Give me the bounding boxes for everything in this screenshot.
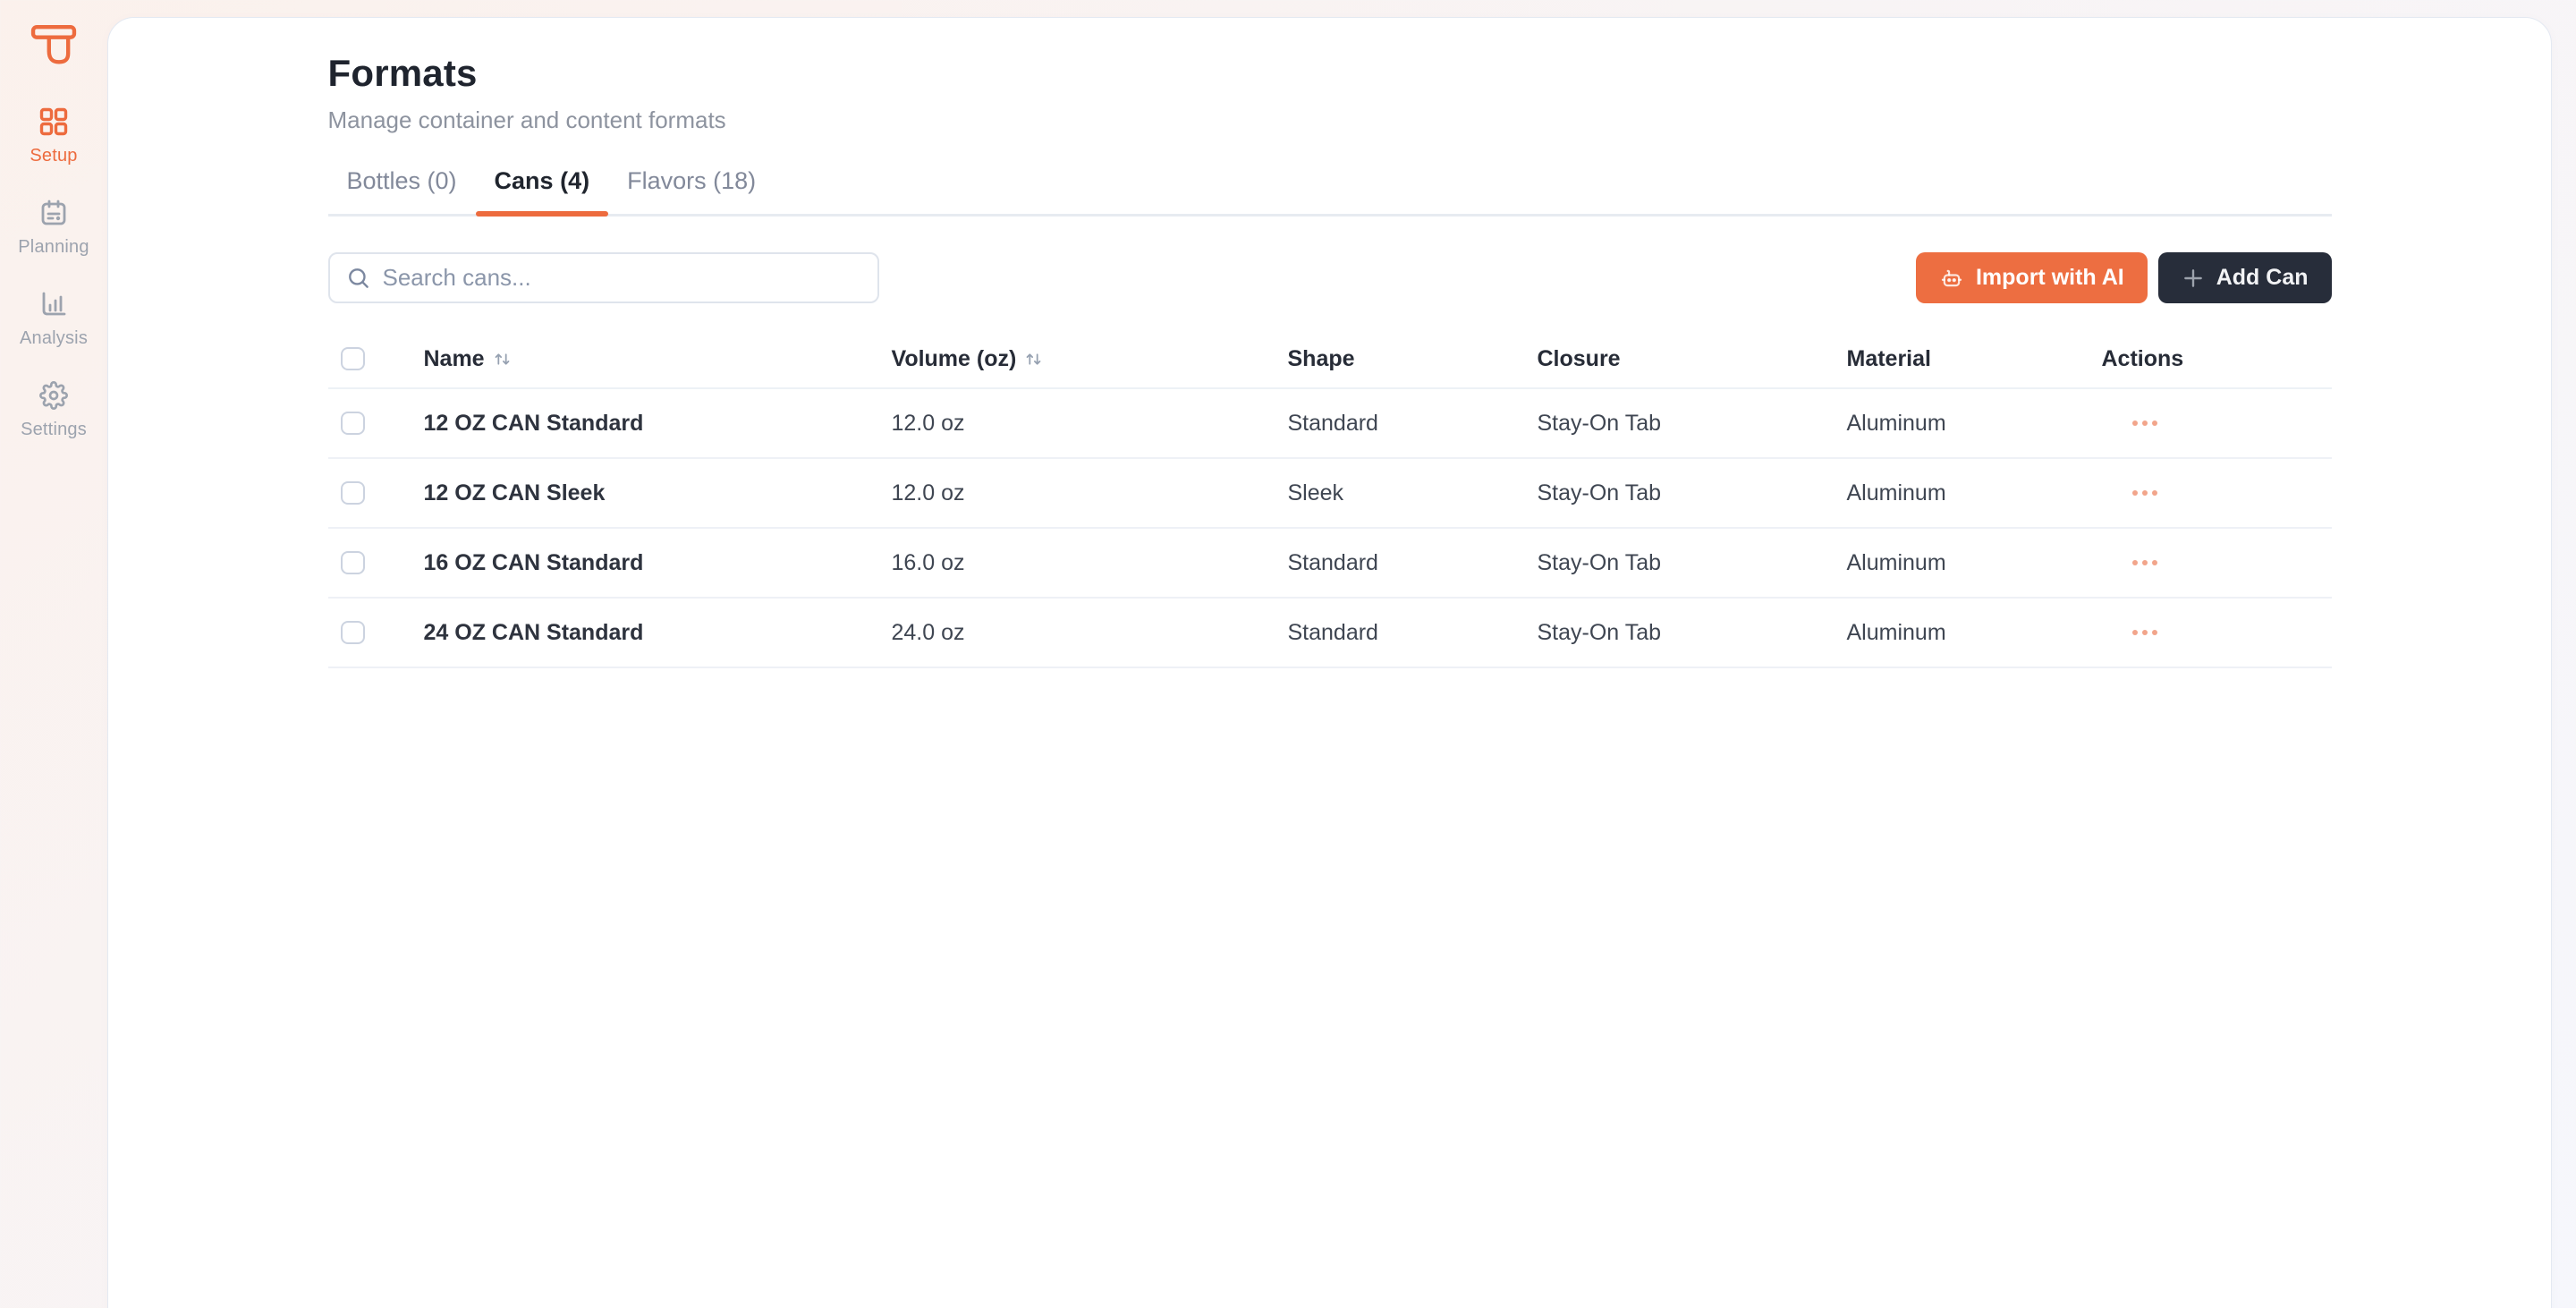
cell-volume: 12.0 oz [891,480,965,505]
main-panel: Formats Manage container and content for… [107,17,2552,1308]
calendar-icon [41,200,66,225]
cell-shape: Sleek [1287,480,1344,505]
row-checkbox[interactable] [340,481,365,505]
sidebar-nav: Setup Planning Analysis Settings [4,107,103,440]
cell-closure: Stay-On Tab [1537,480,1662,505]
sort-icon[interactable] [492,349,513,369]
cell-volume: 24.0 oz [891,619,965,645]
column-header-shape: Shape [1287,345,1355,371]
search-icon [348,268,369,288]
table-row: 12 OZ CAN Sleek 12.0 oz Sleek Stay-On Ta… [327,459,2332,529]
row-actions-menu-icon[interactable] [2129,624,2332,641]
page-subtitle: Manage container and content formats [327,106,726,133]
plus-icon [2183,268,2202,287]
cell-shape: Standard [1287,549,1378,575]
column-header-volume[interactable]: Volume (oz) [892,346,1288,372]
row-checkbox[interactable] [340,412,365,435]
column-header-material: Material [1846,345,1931,371]
cell-name: 12 OZ CAN Standard [423,410,644,436]
cell-material: Aluminum [1846,549,1946,575]
import-button-label: Import with AI [1975,265,2124,290]
cell-material: Aluminum [1846,410,1946,436]
sidebar-item-settings[interactable]: Settings [4,381,103,440]
sidebar-item-planning[interactable]: Planning [4,199,103,258]
table-row: 12 OZ CAN Standard 12.0 oz Standard Stay… [327,389,2332,459]
select-all-checkbox[interactable] [340,347,365,370]
column-header-name[interactable]: Name [424,346,892,372]
row-actions-menu-icon[interactable] [2129,555,2332,571]
sidebar-item-label: Setup [30,146,78,166]
tab-bottles[interactable]: Bottles (0) [328,167,476,214]
sort-icon[interactable] [1023,349,1044,369]
search-input[interactable] [382,264,861,292]
cell-closure: Stay-On Tab [1537,410,1662,436]
toolbar: Import with AI Add Can [327,252,2332,303]
sidebar-item-setup[interactable]: Setup [4,107,103,166]
cell-closure: Stay-On Tab [1537,549,1662,575]
sidebar-item-label: Settings [21,420,87,439]
search-box[interactable] [327,252,879,303]
tab-flavors[interactable]: Flavors (18) [608,167,775,214]
tab-cans[interactable]: Cans (4) [475,167,609,217]
sidebar-item-label: Analysis [19,328,89,348]
cell-material: Aluminum [1846,480,1946,505]
row-checkbox[interactable] [340,621,365,644]
table-header-row: Name Volume (oz) Shape Closure Material [327,330,2332,389]
column-header-actions: Actions [2101,345,2184,371]
cell-volume: 12.0 oz [891,410,965,436]
row-checkbox[interactable] [340,551,365,574]
add-button-label: Add Can [2216,265,2309,290]
cell-name: 12 OZ CAN Sleek [423,480,606,505]
cans-table: Name Volume (oz) Shape Closure Material [327,330,2332,668]
bar-chart-icon [42,292,66,316]
cell-name: 24 OZ CAN Standard [423,619,644,645]
add-can-button[interactable]: Add Can [2157,252,2332,303]
sidebar-item-analysis[interactable]: Analysis [4,290,103,349]
cell-shape: Standard [1287,410,1378,436]
row-actions-menu-icon[interactable] [2129,415,2332,431]
cell-volume: 16.0 oz [891,549,965,575]
cell-shape: Standard [1287,619,1378,645]
cell-name: 16 OZ CAN Standard [423,549,644,575]
gear-icon [39,381,68,410]
table-row: 24 OZ CAN Standard 24.0 oz Standard Stay… [327,599,2332,668]
sidebar: Setup Planning Analysis Settings [0,0,107,1308]
sidebar-item-label: Planning [18,237,89,257]
brand-logo[interactable] [29,23,79,66]
tab-bar: Bottles (0) Cans (4) Flavors (18) [327,167,2332,217]
cell-material: Aluminum [1846,619,1946,645]
grid-icon [39,107,68,136]
import-with-ai-button[interactable]: Import with AI [1915,252,2148,303]
column-header-closure: Closure [1537,345,1621,371]
cell-closure: Stay-On Tab [1537,619,1662,645]
table-row: 16 OZ CAN Standard 16.0 oz Standard Stay… [327,529,2332,599]
page-title: Formats [327,52,478,94]
row-actions-menu-icon[interactable] [2129,485,2332,501]
robot-icon [1941,269,1962,286]
